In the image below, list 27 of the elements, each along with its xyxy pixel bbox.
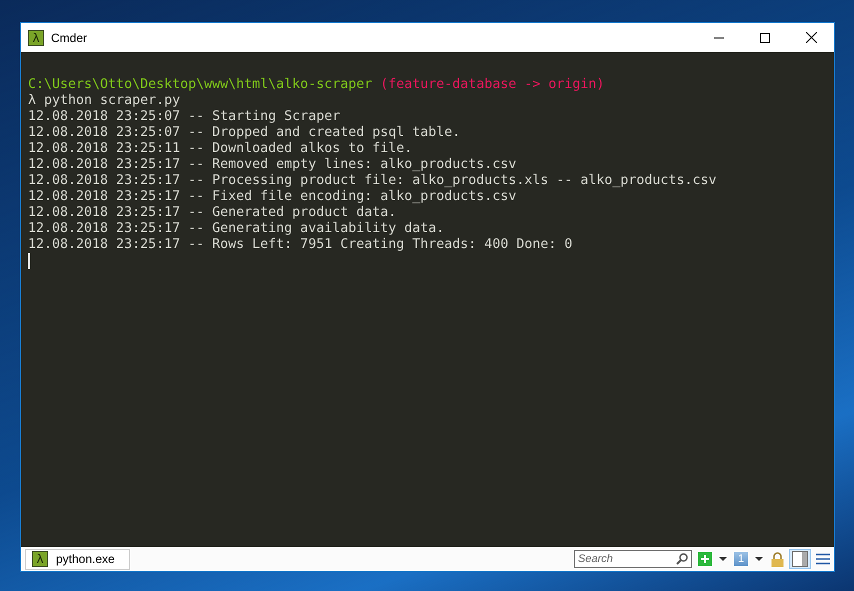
lock-button[interactable] bbox=[770, 550, 784, 568]
prompt-path: C:\Users\Otto\Desktop\www\html\alko-scraper bbox=[28, 77, 372, 93]
log-line: 12.08.2018 23:25:07 -- Starting Scraper bbox=[28, 109, 340, 125]
search-icon bbox=[676, 553, 688, 565]
app-icon: λ bbox=[32, 551, 48, 567]
plus-icon bbox=[698, 552, 712, 566]
log-line: 12.08.2018 23:25:17 -- Processing product file: alko_products.xls -- alko_products.csv bbox=[28, 173, 716, 189]
new-console-button[interactable] bbox=[698, 550, 712, 568]
log-line: 12.08.2018 23:25:17 -- Removed empty lines: alko_products.csv bbox=[28, 157, 516, 173]
log-line: 12.08.2018 23:25:17 -- Generating availability data. bbox=[28, 221, 444, 237]
log-line: 12.08.2018 23:25:17 -- Generated product data. bbox=[28, 205, 396, 221]
caret-icon bbox=[719, 557, 727, 561]
split-view-button[interactable] bbox=[790, 550, 810, 568]
console-tab[interactable]: λ python.exe bbox=[25, 548, 130, 570]
maximize-icon bbox=[760, 32, 770, 42]
window-title: Cmder bbox=[51, 30, 88, 44]
close-icon bbox=[806, 32, 816, 43]
search-field[interactable]: Search bbox=[574, 550, 692, 568]
app-icon: λ bbox=[28, 30, 44, 46]
log-line: 12.08.2018 23:25:17 -- Rows Left: 7951 Creating Threads: 400 Done: 0 bbox=[28, 237, 572, 253]
command-line: λ python scraper.py bbox=[28, 93, 180, 109]
caret-icon bbox=[755, 557, 763, 561]
lock-icon bbox=[770, 552, 784, 566]
log-line: 12.08.2018 23:25:11 -- Downloaded alkos to file. bbox=[28, 141, 412, 157]
log-line: 12.08.2018 23:25:07 -- Dropped and created psql table. bbox=[28, 125, 460, 141]
git-branch: (feature-database -> origin) bbox=[380, 77, 604, 93]
log-line: 12.08.2018 23:25:17 -- Fixed file encoding: alko_products.csv bbox=[28, 189, 516, 205]
